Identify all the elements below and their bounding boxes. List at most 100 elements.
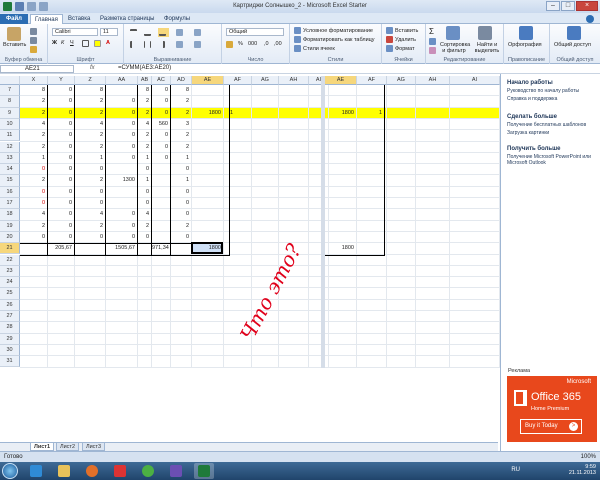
cell-aa11[interactable]: 0 [106, 130, 138, 141]
cell-ad20[interactable]: 0 [171, 232, 192, 243]
cell-x8[interactable]: 2 [20, 96, 48, 107]
column-header-ag[interactable]: AG [252, 76, 279, 85]
align-bottom-icon[interactable] [158, 28, 169, 37]
bold-button[interactable]: Ж [52, 40, 57, 46]
row-header-12[interactable]: 12 [0, 141, 20, 153]
row-header-28[interactable]: 28 [0, 322, 20, 334]
tab-formulas[interactable]: Формулы [160, 14, 194, 24]
row-header-23[interactable]: 23 [0, 265, 20, 278]
column-header-right-ae[interactable]: AE [325, 76, 357, 85]
cell-ad12[interactable]: 2 [171, 142, 192, 153]
cell-z16[interactable]: 0 [75, 187, 106, 198]
cell-right-ae21[interactable]: 1800 [325, 243, 357, 254]
sheet-tab-2[interactable]: Лист2 [56, 443, 80, 451]
row-header-10[interactable]: 10 [0, 118, 20, 131]
cell-y13[interactable]: 0 [48, 153, 75, 164]
cell-ab17[interactable]: 0 [138, 198, 152, 209]
column-header-ac[interactable]: AC [152, 76, 171, 85]
cell-aa12[interactable]: 0 [106, 142, 138, 153]
column-header-right-ag[interactable]: AG [387, 76, 416, 85]
cell-ad19[interactable]: 2 [171, 221, 192, 232]
format-as-table-button[interactable]: Форматировать как таблицу [294, 36, 375, 43]
tab-file[interactable]: Файл [0, 14, 28, 24]
fill-color-icon[interactable] [94, 40, 103, 47]
row-header-8[interactable]: 8 [0, 96, 20, 108]
column-header-right-ai[interactable]: AI [450, 76, 500, 85]
borders-icon[interactable] [82, 40, 91, 47]
cell-aa9[interactable]: 0 [106, 108, 138, 119]
cell-y21[interactable]: 205,67 [48, 243, 75, 254]
indent-icon[interactable] [176, 41, 185, 48]
name-box[interactable]: AE21 [0, 65, 74, 73]
cell-aa20[interactable]: 0 [106, 232, 138, 243]
cell-z7[interactable]: 8 [75, 85, 106, 96]
column-header-aa[interactable]: AA [106, 76, 138, 85]
cell-z8[interactable]: 2 [75, 96, 106, 107]
cell-y7[interactable]: 0 [48, 85, 75, 96]
taskbar-viber[interactable] [166, 463, 186, 479]
upgrade-link[interactable]: Получение Microsoft PowerPoint или Micro… [507, 154, 599, 166]
zoom-level[interactable]: 100% [581, 454, 596, 460]
cell-aa8[interactable]: 0 [106, 96, 138, 107]
cell-z19[interactable]: 2 [75, 221, 106, 232]
cell-y15[interactable]: 0 [48, 175, 75, 186]
cell-x13[interactable]: 1 [20, 153, 48, 164]
fill-icon[interactable] [429, 38, 438, 45]
cell-ae9[interactable]: 1800 [192, 108, 224, 119]
row-header-26[interactable]: 26 [0, 299, 20, 311]
row-header-21[interactable]: 21 [0, 243, 20, 255]
help-support-link[interactable]: Справка и поддержка [507, 96, 599, 102]
cell-ad11[interactable]: 2 [171, 130, 192, 141]
cell-x10[interactable]: 4 [20, 119, 48, 130]
row-header-15[interactable]: 15 [0, 175, 20, 187]
cell-y17[interactable]: 0 [48, 198, 75, 209]
column-header-x[interactable]: X [20, 76, 48, 85]
cell-ab19[interactable]: 2 [138, 221, 152, 232]
select-all-corner[interactable] [0, 76, 20, 85]
cell-x7[interactable]: 8 [20, 85, 48, 96]
cell-y14[interactable]: 0 [48, 164, 75, 175]
row-header-11[interactable]: 11 [0, 130, 20, 142]
cell-ad9[interactable]: 2 [171, 108, 192, 119]
cell-z18[interactable]: 4 [75, 209, 106, 220]
cell-ad8[interactable]: 2 [171, 96, 192, 107]
tab-insert[interactable]: Вставка [64, 14, 94, 24]
cell-ac10[interactable]: 560 [152, 119, 171, 130]
start-button[interactable] [2, 463, 18, 479]
cell-ad13[interactable]: 1 [171, 153, 192, 164]
row-header-9[interactable]: 9 [0, 107, 20, 119]
close-button[interactable]: × [576, 1, 598, 11]
cell-y8[interactable]: 0 [48, 96, 75, 107]
row-header-30[interactable]: 30 [0, 344, 20, 357]
format-painter-icon[interactable] [30, 46, 39, 53]
row-header-13[interactable]: 13 [0, 152, 20, 165]
cell-ad16[interactable]: 0 [171, 187, 192, 198]
cell-z15[interactable]: 2 [75, 175, 106, 186]
cell-z13[interactable]: 1 [75, 153, 106, 164]
cell-z20[interactable]: 0 [75, 232, 106, 243]
cell-aa21[interactable]: 1505,67 [106, 243, 138, 254]
cell-ae21[interactable]: 1800 [192, 243, 224, 254]
cut-icon[interactable] [30, 28, 39, 35]
insert-function-icon[interactable]: fx [90, 65, 95, 71]
underline-button[interactable]: Ч [70, 40, 74, 46]
cell-ab12[interactable]: 2 [138, 142, 152, 153]
cell-z9[interactable]: 2 [75, 108, 106, 119]
sheet-tab-1[interactable]: Лист1 [30, 443, 55, 451]
cell-x20[interactable]: 0 [20, 232, 48, 243]
cell-ab11[interactable]: 2 [138, 130, 152, 141]
cell-z17[interactable]: 0 [75, 198, 106, 209]
row-header-18[interactable]: 18 [0, 209, 20, 221]
font-color-icon[interactable]: A [106, 40, 110, 46]
align-right-icon[interactable] [158, 41, 167, 48]
orientation-icon[interactable] [176, 29, 185, 36]
column-header-ad[interactable]: AD [171, 76, 192, 85]
comma-style-icon[interactable]: 000 [248, 41, 257, 47]
column-header-y[interactable]: Y [48, 76, 75, 85]
cell-x16[interactable]: 0 [20, 187, 48, 198]
row-header-31[interactable]: 31 [0, 356, 20, 368]
align-top-icon[interactable] [130, 29, 139, 36]
cell-aa15[interactable]: 1300 [106, 175, 138, 186]
cell-z12[interactable]: 2 [75, 142, 106, 153]
cell-aa13[interactable]: 0 [106, 153, 138, 164]
